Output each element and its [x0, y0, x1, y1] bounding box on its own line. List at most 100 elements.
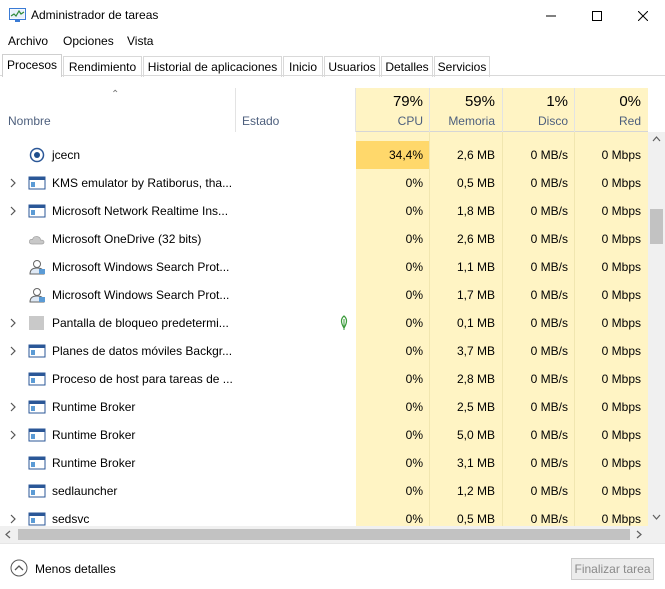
- horizontal-scroll-thumb[interactable]: [18, 529, 630, 540]
- tab-usuarios[interactable]: Usuarios: [324, 56, 380, 77]
- leaf-suspended-icon: [340, 315, 348, 330]
- scroll-up-icon[interactable]: [652, 136, 661, 142]
- cpu-value: 0%: [405, 232, 423, 246]
- memory-value: 2,6 MB: [456, 232, 495, 246]
- table-row[interactable]: Microsoft OneDrive (32 bits) 0% 2,6 MB 0 MB…: [0, 225, 648, 253]
- tab-inicio[interactable]: Inicio: [283, 56, 323, 77]
- gray-square-icon: [29, 316, 44, 330]
- memory-value: 3,7 MB: [456, 344, 495, 358]
- table-row[interactable]: Runtime Broker 0% 3,1 MB 0 MB/s 0 Mbps: [0, 449, 648, 477]
- tab-servicios[interactable]: Servicios: [434, 56, 490, 77]
- network-value: 0 Mbps: [601, 400, 641, 414]
- chevron-right-icon[interactable]: [9, 205, 17, 217]
- table-row[interactable]: Microsoft Windows Search Prot... 0% 1,1 MB…: [0, 253, 648, 281]
- table-row[interactable]: KMS emulator by Ratiborus, tha... 0% 0,5 M…: [0, 169, 648, 197]
- tab-detalles[interactable]: Detalles: [381, 56, 433, 77]
- network-value: 0 Mbps: [601, 428, 641, 442]
- memory-value: 2,5 MB: [456, 400, 495, 414]
- vertical-scrollbar[interactable]: [648, 132, 665, 526]
- table-row[interactable]: sedsvc 0% 0,5 MB 0 MB/s 0 Mbps: [0, 505, 648, 526]
- cpu-value: 0%: [405, 456, 423, 470]
- table-row[interactable]: Planes de datos móviles Backgr... 0% 3,7 M…: [0, 337, 648, 365]
- disk-value: 0 MB/s: [530, 260, 568, 274]
- header-cpu-percent[interactable]: 79%: [356, 93, 423, 110]
- scroll-down-icon[interactable]: [652, 514, 661, 520]
- table-row[interactable]: sedlauncher 0% 1,2 MB 0 MB/s 0 Mbps: [0, 477, 648, 505]
- disk-value: 0 MB/s: [530, 232, 568, 246]
- table-row[interactable]: Microsoft Windows Search Prot... 0% 1,7 MB…: [0, 281, 648, 309]
- scroll-left-icon[interactable]: [5, 530, 11, 539]
- header-disco[interactable]: Disco: [502, 114, 568, 128]
- header-red[interactable]: Red: [574, 114, 641, 128]
- chevron-right-icon[interactable]: [9, 177, 17, 189]
- memory-value: 1,8 MB: [456, 204, 495, 218]
- tabs-divider: [0, 75, 665, 76]
- header-estado[interactable]: Estado: [242, 114, 279, 128]
- table-row[interactable]: jcecn 34,4% 2,6 MB 0 MB/s 0 Mbps: [0, 141, 648, 169]
- header-memoria[interactable]: Memoria: [429, 114, 495, 128]
- chevron-right-icon[interactable]: [9, 401, 17, 413]
- window-app-icon: [28, 176, 46, 190]
- horizontal-scrollbar[interactable]: [0, 526, 648, 543]
- vertical-scroll-thumb[interactable]: [650, 209, 663, 244]
- table-row[interactable]: Pantalla de bloqueo predetermi... 0% 0,1 M…: [0, 309, 648, 337]
- maximize-button[interactable]: [574, 0, 620, 31]
- disk-value: 0 MB/s: [530, 316, 568, 330]
- scroll-right-icon[interactable]: [636, 530, 642, 539]
- footer-bar: Menos detalles Finalizar tarea: [0, 543, 665, 589]
- disk-value: 0 MB/s: [530, 344, 568, 358]
- cpu-value: 0%: [405, 176, 423, 190]
- menu-vista[interactable]: Vista: [127, 34, 153, 48]
- menu-archivo[interactable]: Archivo: [8, 34, 48, 48]
- header-nombre[interactable]: Nombre: [8, 114, 51, 128]
- memory-value: 2,8 MB: [456, 372, 495, 386]
- jcecn-icon: [29, 147, 45, 163]
- header-disk-percent[interactable]: 1%: [502, 93, 568, 110]
- menu-opciones[interactable]: Opciones: [63, 34, 114, 48]
- window-app-icon: [28, 204, 46, 218]
- table-row[interactable]: Runtime Broker 0% 2,5 MB 0 MB/s 0 Mbps: [0, 393, 648, 421]
- memory-value: 1,1 MB: [456, 260, 495, 274]
- disk-value: 0 MB/s: [530, 512, 568, 526]
- network-value: 0 Mbps: [601, 232, 641, 246]
- chevron-right-icon[interactable]: [9, 345, 17, 357]
- process-name: Pantalla de bloqueo predetermi...: [52, 316, 229, 330]
- header-cpu[interactable]: CPU: [356, 114, 423, 128]
- memory-value: 0,5 MB: [456, 176, 495, 190]
- memory-value: 0,5 MB: [456, 512, 495, 526]
- sort-up-icon: ⌃: [111, 89, 120, 100]
- memory-value: 1,2 MB: [456, 484, 495, 498]
- process-name: Runtime Broker: [52, 428, 136, 442]
- network-value: 0 Mbps: [601, 288, 641, 302]
- network-value: 0 Mbps: [601, 260, 641, 274]
- close-button[interactable]: [620, 0, 665, 31]
- task-manager-icon: [9, 8, 26, 22]
- less-details-link[interactable]: Menos detalles: [35, 562, 116, 576]
- disk-value: 0 MB/s: [530, 148, 568, 162]
- header-memory-percent[interactable]: 59%: [429, 93, 495, 110]
- network-value: 0 Mbps: [601, 148, 641, 162]
- minimize-button[interactable]: [528, 0, 574, 31]
- tab-rendimiento[interactable]: Rendimiento: [63, 56, 142, 77]
- header-network-percent[interactable]: 0%: [574, 93, 641, 110]
- network-value: 0 Mbps: [601, 512, 641, 526]
- process-name: Runtime Broker: [52, 400, 136, 414]
- chevron-right-icon[interactable]: [9, 317, 17, 329]
- window-app-icon: [28, 428, 46, 442]
- title-bar[interactable]: Administrador de tareas: [0, 0, 665, 31]
- process-name: Microsoft OneDrive (32 bits): [52, 232, 202, 246]
- table-row[interactable]: Runtime Broker 0% 5,0 MB 0 MB/s 0 Mbps: [0, 421, 648, 449]
- network-value: 0 Mbps: [601, 372, 641, 386]
- header-separator: [235, 88, 236, 132]
- tab-historial[interactable]: Historial de aplicaciones: [143, 56, 282, 77]
- cpu-value: 0%: [405, 400, 423, 414]
- table-row[interactable]: Proceso de host para tareas de ... 0% 2,8 …: [0, 365, 648, 393]
- chevron-up-circle-icon[interactable]: [10, 559, 28, 577]
- chevron-right-icon[interactable]: [9, 429, 17, 441]
- chevron-right-icon[interactable]: [9, 513, 17, 525]
- tab-procesos[interactable]: Procesos: [2, 54, 62, 77]
- table-row[interactable]: Microsoft Network Realtime Ins... 0% 1,8 M…: [0, 197, 648, 225]
- end-task-button[interactable]: Finalizar tarea: [571, 558, 654, 580]
- cpu-value: 0%: [405, 484, 423, 498]
- network-value: 0 Mbps: [601, 316, 641, 330]
